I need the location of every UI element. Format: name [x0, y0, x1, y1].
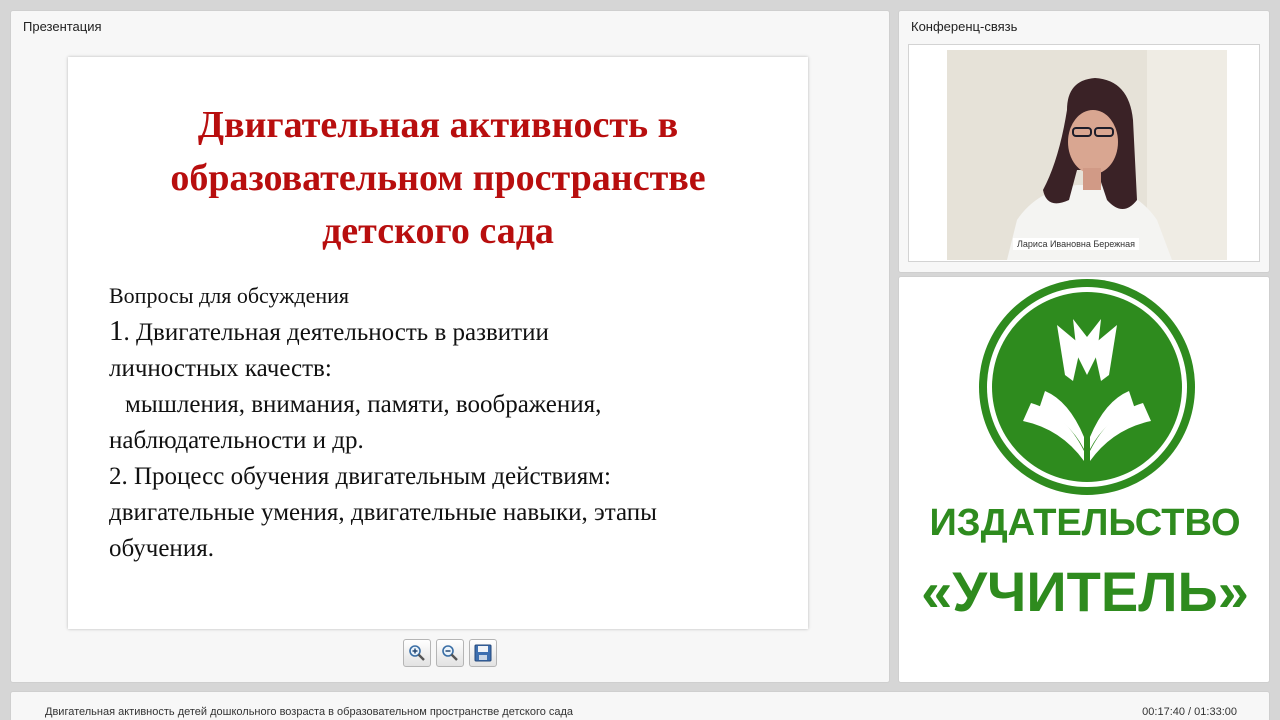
playback-timecode: 00:17:40 / 01:33:00: [1142, 706, 1237, 718]
item-text: . Двигательная деятельность в развитии: [123, 319, 549, 346]
total-time: 01:33:00: [1194, 706, 1237, 718]
zoom-in-icon: [409, 645, 425, 661]
publisher-name-line1: ИЗДАТЕЛЬСТВО: [929, 502, 1241, 544]
slide-line: двигательные умения, двигательные навыки…: [109, 499, 657, 526]
save-button[interactable]: [469, 639, 497, 667]
zoom-out-button[interactable]: [436, 639, 464, 667]
conference-panel-title: Конференц-связь: [911, 19, 1018, 34]
speaker-avatar-icon: [947, 50, 1227, 260]
slide-title: Двигательная активность в образовательно…: [68, 99, 808, 258]
slide-line: мышления, внимания, памяти, воображения,: [125, 391, 602, 418]
slide-line: 2. Процесс обучения двигательным действи…: [109, 463, 611, 490]
publisher-logo-icon: [979, 279, 1195, 495]
item-number: 1: [109, 315, 124, 347]
speaker-video[interactable]: Лариса Ивановна Бережная: [947, 50, 1227, 260]
slide-heading: Вопросы для обсуждения: [109, 283, 350, 308]
lecture-title: Двигательная активность детей дошкольног…: [45, 706, 574, 718]
slide-line: наблюдательности и др.: [109, 427, 364, 454]
publisher-name-line2: «УЧИТЕЛЬ»: [921, 560, 1249, 623]
zoom-in-button[interactable]: [403, 639, 431, 667]
speaker-name-label: Лариса Ивановна Бережная: [1013, 238, 1140, 250]
slide-title-line: Двигательная активность в: [197, 104, 679, 146]
elapsed-time: 00:17:40: [1142, 706, 1185, 718]
presentation-panel-title: Презентация: [23, 19, 102, 34]
status-bar: Двигательная активность детей дошкольног…: [10, 691, 1270, 720]
floppy-disk-icon: [474, 644, 492, 662]
video-frame: Лариса Ивановна Бережная: [908, 44, 1260, 262]
slide-line: 1. Двигательная деятельность в развитии: [109, 313, 789, 351]
slide-title-line: образовательном пространстве: [170, 157, 706, 199]
time-separator: /: [1185, 706, 1195, 718]
slide-line: обучения.: [109, 535, 214, 562]
slide-body: Вопросы для обсуждения 1. Двигательная д…: [109, 279, 789, 567]
slide: Двигательная активность в образовательно…: [68, 57, 808, 629]
publisher-panel: ИЗДАТЕЛЬСТВО «УЧИТЕЛЬ»: [898, 276, 1270, 683]
conference-panel: Конференц-связь Лариса Ивановна Бережная: [898, 10, 1270, 273]
slide-title-line: детского сада: [322, 210, 554, 252]
zoom-out-icon: [442, 645, 458, 661]
slide-line: личностных качеств:: [109, 355, 332, 382]
presentation-panel: Презентация Двигательная активность в об…: [10, 10, 890, 683]
